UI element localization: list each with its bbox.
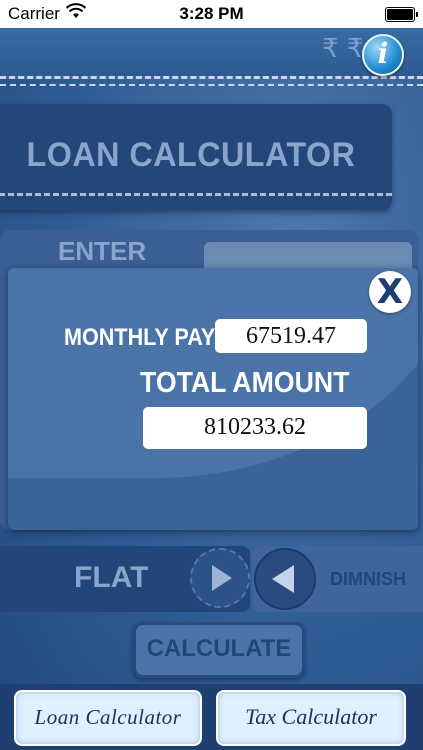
monthly-pay-label: MONTHLY PAY	[64, 324, 216, 351]
total-amount-value: 810233.62	[143, 407, 367, 449]
calculate-button[interactable]: CALCULATE	[133, 622, 305, 678]
close-icon[interactable]: X	[369, 271, 411, 313]
monthly-pay-value: 67519.47	[215, 319, 367, 353]
top-banner: ₹ ₹	[0, 28, 423, 86]
dimnish-radio-button[interactable]	[254, 548, 316, 610]
enter-label: ENTER	[58, 236, 147, 266]
play-icon	[212, 565, 232, 591]
flat-label: FLAT	[74, 561, 149, 594]
battery-icon	[385, 7, 418, 22]
dimnish-label: DIMNISH	[330, 569, 406, 589]
page-title: LOAN CALCULATOR	[26, 136, 356, 174]
title-panel: LOAN CALCULATOR	[0, 104, 392, 210]
tab-loan-calculator[interactable]: Loan Calculator	[14, 690, 202, 746]
clock: 3:28 PM	[179, 4, 244, 23]
tab-tax-calculator[interactable]: Tax Calculator	[216, 690, 406, 746]
info-button[interactable]: i	[362, 34, 404, 76]
total-amount-label: TOTAL AMOUNT	[140, 367, 350, 399]
title-divider	[0, 193, 392, 196]
reverse-play-icon	[272, 565, 294, 593]
flat-radio-button[interactable]	[190, 548, 250, 608]
status-bar: Carrier 3:28 PM	[0, 0, 423, 28]
rupee-icon: ₹ ₹	[322, 34, 364, 64]
